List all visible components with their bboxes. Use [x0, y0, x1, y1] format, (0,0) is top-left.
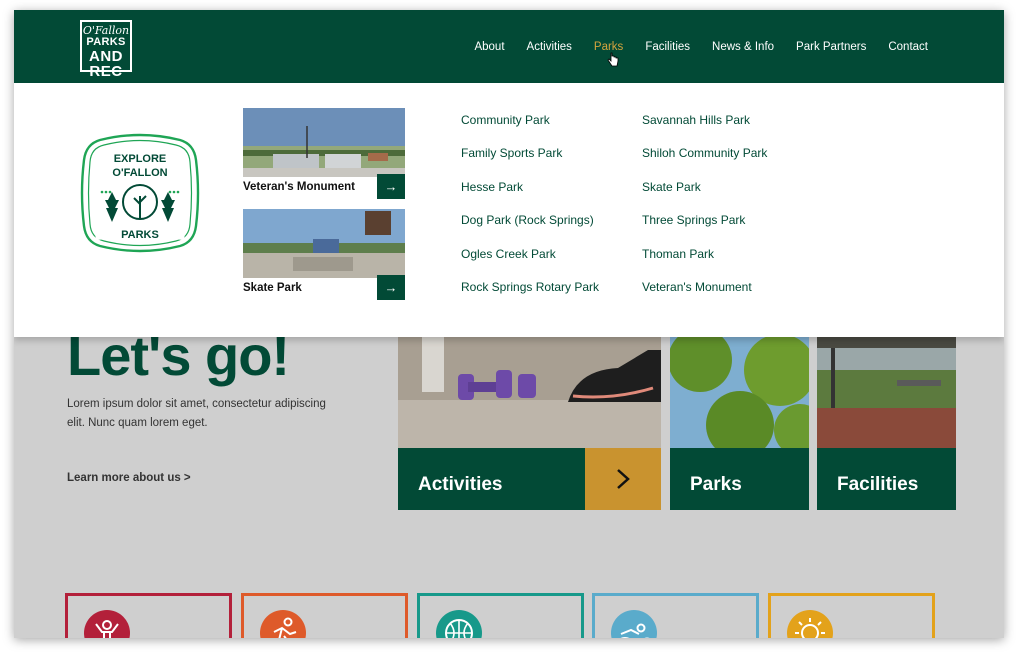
park-link-three-springs-park[interactable]: Three Springs Park	[642, 213, 767, 246]
park-link-ogles-creek-park[interactable]: Ogles Creek Park	[461, 247, 599, 280]
fitness-person-icon	[84, 610, 130, 638]
card-arrow-button[interactable]	[585, 448, 661, 510]
skate-park-photo	[243, 209, 405, 278]
swimmer-icon	[611, 610, 657, 638]
parks-dropdown-menu: EXPLORE O'FALLON PARKS Veteran's Monumen…	[14, 83, 1004, 337]
parks-rec-logo[interactable]: O'Fallon PARKS AND REC	[80, 20, 132, 79]
badge-line3: PARKS	[121, 229, 159, 241]
hand-cursor-icon	[607, 52, 619, 67]
featured-skate-park[interactable]: Skate Park →	[243, 209, 405, 302]
parks-photo	[670, 330, 809, 448]
arrow-right-icon[interactable]: →	[377, 275, 405, 300]
nav-parks[interactable]: Parks	[594, 41, 623, 53]
featured-caption: Skate Park	[243, 282, 302, 294]
nav-contact[interactable]: Contact	[888, 41, 928, 53]
park-link-dog-park[interactable]: Dog Park (Rock Springs)	[461, 213, 599, 246]
chevron-right-icon	[617, 469, 630, 489]
nav-news-info[interactable]: News & Info	[712, 41, 774, 53]
browser-viewport: O'Fallon PARKS AND REC About Activities …	[14, 10, 1004, 638]
park-link-savannah-hills-park[interactable]: Savannah Hills Park	[642, 113, 767, 146]
park-link-community-park[interactable]: Community Park	[461, 113, 599, 146]
category-tile-3[interactable]	[417, 593, 584, 638]
featured-caption: Veteran's Monument	[243, 181, 356, 193]
category-tile-2[interactable]	[241, 593, 408, 638]
category-tile-4[interactable]	[592, 593, 759, 638]
facilities-photo	[817, 330, 956, 448]
learn-more-link[interactable]: Learn more about us >	[67, 472, 191, 484]
category-tile-5[interactable]	[768, 593, 935, 638]
park-link-shiloh-community-park[interactable]: Shiloh Community Park	[642, 146, 767, 179]
nav-about[interactable]: About	[474, 41, 504, 53]
site-header: O'Fallon PARKS AND REC About Activities …	[14, 10, 1004, 83]
category-tile-1[interactable]	[65, 593, 232, 638]
veterans-monument-photo	[243, 108, 405, 177]
card-activities[interactable]: Activities	[398, 330, 661, 510]
logo-rec: AND REC	[89, 48, 123, 80]
main-nav: About Activities Parks Facilities News &…	[474, 10, 928, 83]
park-link-veterans-monument[interactable]: Veteran's Monument	[642, 280, 767, 313]
logo-parks: PARKS	[86, 36, 126, 48]
runner-icon	[260, 610, 306, 638]
badge-line2: O'FALLON	[112, 167, 167, 179]
nav-facilities[interactable]: Facilities	[645, 41, 690, 53]
logo-script: O'Fallon	[82, 24, 130, 37]
park-link-thoman-park[interactable]: Thoman Park	[642, 247, 767, 280]
card-parks[interactable]: Parks	[670, 330, 809, 510]
card-label: Parks	[670, 448, 809, 510]
hero-description: Lorem ipsum dolor sit amet, consectetur …	[67, 398, 326, 429]
sun-icon	[787, 610, 833, 638]
arrow-right-icon[interactable]: →	[377, 174, 405, 199]
featured-veterans-monument[interactable]: Veteran's Monument →	[243, 108, 405, 201]
nav-park-partners[interactable]: Park Partners	[796, 41, 866, 53]
badge-line1: EXPLORE	[114, 153, 167, 165]
parks-list-col2: Savannah Hills Park Shiloh Community Par…	[642, 113, 767, 313]
park-link-hesse-park[interactable]: Hesse Park	[461, 180, 599, 213]
activities-photo	[398, 330, 661, 448]
explore-ofallon-parks-badge: EXPLORE O'FALLON PARKS	[80, 133, 200, 253]
park-link-rock-springs-rotary-park[interactable]: Rock Springs Rotary Park	[461, 280, 599, 313]
parks-list-col1: Community Park Family Sports Park Hesse …	[461, 113, 599, 313]
basketball-icon	[436, 610, 482, 638]
nav-activities[interactable]: Activities	[527, 41, 572, 53]
card-label: Facilities	[817, 448, 956, 510]
card-facilities[interactable]: Facilities	[817, 330, 956, 510]
park-link-family-sports-park[interactable]: Family Sports Park	[461, 146, 599, 179]
park-link-skate-park[interactable]: Skate Park	[642, 180, 767, 213]
